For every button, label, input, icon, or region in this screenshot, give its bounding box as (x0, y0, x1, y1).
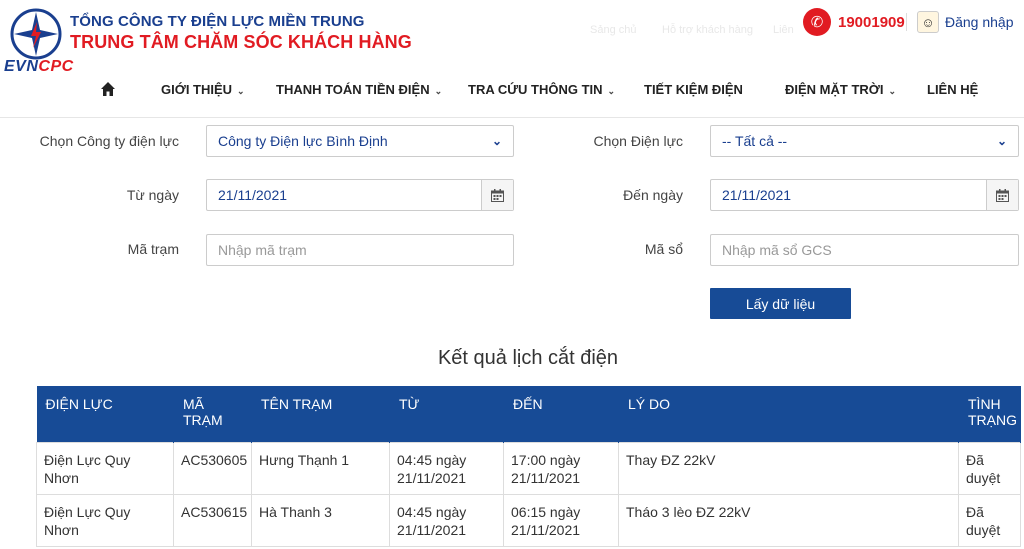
chevron-down-icon: ⌄ (607, 86, 616, 96)
col-header-ten-tram[interactable]: TÊN TRẠM (251, 386, 390, 442)
login-label: Đăng nhập (945, 14, 1014, 30)
cell-tu: 04:45 ngày 21/11/2021 (389, 441, 504, 495)
cell-ly-do: Thay ĐZ 22kV (618, 441, 959, 495)
nav-item-gioi-thieu[interactable]: GIỚI THIỆU ⌄ (161, 82, 245, 97)
chevron-down-icon: ⌄ (491, 134, 502, 148)
chevron-down-icon: ⌄ (888, 86, 897, 96)
book-input[interactable]: Nhập mã sổ GCS (710, 234, 1019, 266)
cell-tu: 04:45 ngày 21/11/2021 (389, 493, 504, 547)
hotline-number: 19001909 (838, 13, 905, 31)
divider (906, 13, 907, 31)
company-select[interactable]: Công ty Điện lực Bình Định ⌄ (206, 125, 514, 157)
dienluc-label: Chọn Điện lực (593, 133, 683, 149)
table-row: Điện Lực Quy Nhơn AC530605 Hưng Thạnh 1 … (36, 441, 1021, 495)
to-date-input[interactable]: 21/11/2021 (710, 179, 1019, 211)
nav-item-tiet-kiem[interactable]: TIẾT KIỆM ĐIỆN (644, 82, 743, 97)
station-input[interactable]: Nhập mã trạm (206, 234, 514, 266)
cell-tinh-trang: Đã duyệt (958, 493, 1021, 547)
faint-link-contact[interactable]: Liên (773, 24, 794, 36)
home-icon[interactable] (100, 81, 116, 97)
phone-icon: ✆ (803, 8, 831, 36)
chevron-down-icon: ⌄ (434, 86, 443, 96)
nav-item-thanh-toan[interactable]: THANH TOÁN TIỀN ĐIỆN ⌄ (276, 82, 442, 97)
col-header-dien-luc[interactable]: ĐIỆN LỰC (36, 386, 174, 442)
col-header-tu[interactable]: TỪ (389, 386, 504, 442)
chevron-down-icon: ⌄ (996, 134, 1007, 148)
submit-button[interactable]: Lấy dữ liệu (710, 288, 851, 319)
from-date-label: Từ ngày (126, 187, 179, 203)
evn-logo-icon[interactable] (10, 8, 62, 60)
to-date-label: Đến ngày (623, 187, 683, 203)
results-title: Kết quả lịch cắt điện (437, 347, 619, 369)
cell-ten-tram: Hà Thanh 3 (251, 493, 390, 547)
calendar-icon[interactable] (481, 180, 513, 210)
org-name: TỔNG CÔNG TY ĐIỆN LỰC MIỀN TRUNG (70, 13, 365, 30)
login-link[interactable]: ☺ Đăng nhập (917, 11, 1014, 33)
nav-item-dien-mat-troi[interactable]: ĐIỆN MẶT TRỜI ⌄ (785, 82, 896, 97)
col-header-den[interactable]: ĐẾN (503, 386, 619, 442)
user-avatar-icon: ☺ (917, 11, 939, 33)
col-header-tinh-trang[interactable]: TÌNH TRẠNG (958, 386, 1021, 442)
cell-ma-tram: AC530615 (173, 493, 252, 547)
table-row: Điện Lực Quy Nhơn AC530615 Hà Thanh 3 04… (36, 493, 1021, 547)
cell-ly-do: Tháo 3 lèo ĐZ 22kV (618, 493, 959, 547)
cell-den: 17:00 ngày 21/11/2021 (503, 441, 619, 495)
station-label: Mã trạm (127, 241, 179, 257)
table-header-row: ĐIỆN LỰC MÃ TRẠM TÊN TRẠM TỪ ĐẾN LÝ DO T… (36, 386, 1021, 442)
org-subtitle: TRUNG TÂM CHĂM SÓC KHÁCH HÀNG (70, 32, 412, 52)
cell-tinh-trang: Đã duyệt (958, 441, 1021, 495)
chevron-down-icon: ⌄ (237, 86, 245, 96)
nav-item-lien-he[interactable]: LIÊN HỆ (927, 82, 978, 97)
col-header-ma-tram[interactable]: MÃ TRẠM (173, 386, 252, 442)
nav-item-tra-cuu[interactable]: TRA CỨU THÔNG TIN ⌄ (468, 82, 615, 97)
site-header: EVNCPC TỔNG CÔNG TY ĐIỆN LỰC MIỀN TRUNG … (0, 0, 1024, 118)
cell-ten-tram: Hưng Thạnh 1 (251, 441, 390, 495)
faint-link-support[interactable]: Hỗ trợ khách hàng (662, 24, 753, 36)
cell-ma-tram: AC530605 (173, 441, 252, 495)
main-nav: GIỚI THIỆU ⌄ THANH TOÁN TIỀN ĐIỆN ⌄ TRA CỨ… (0, 78, 1024, 104)
hotline[interactable]: ✆ 19001909 (803, 8, 905, 36)
cell-den: 06:15 ngày 21/11/2021 (503, 493, 619, 547)
dienluc-select[interactable]: -- Tất cả -- ⌄ (710, 125, 1019, 157)
company-label: Chọn Công ty điện lực (39, 133, 179, 149)
col-header-ly-do[interactable]: LÝ DO (618, 386, 959, 442)
cell-dien-luc: Điện Lực Quy Nhơn (36, 493, 174, 547)
from-date-input[interactable]: 21/11/2021 (206, 179, 514, 211)
results-table: ĐIỆN LỰC MÃ TRẠM TÊN TRẠM TỪ ĐẾN LÝ DO T… (36, 386, 1021, 547)
evn-brand: EVNCPC (4, 58, 74, 75)
calendar-icon[interactable] (986, 180, 1018, 210)
book-label: Mã sổ (644, 241, 683, 257)
cell-dien-luc: Điện Lực Quy Nhơn (36, 441, 174, 495)
faint-link-home[interactable]: Sảng chủ (590, 24, 636, 36)
